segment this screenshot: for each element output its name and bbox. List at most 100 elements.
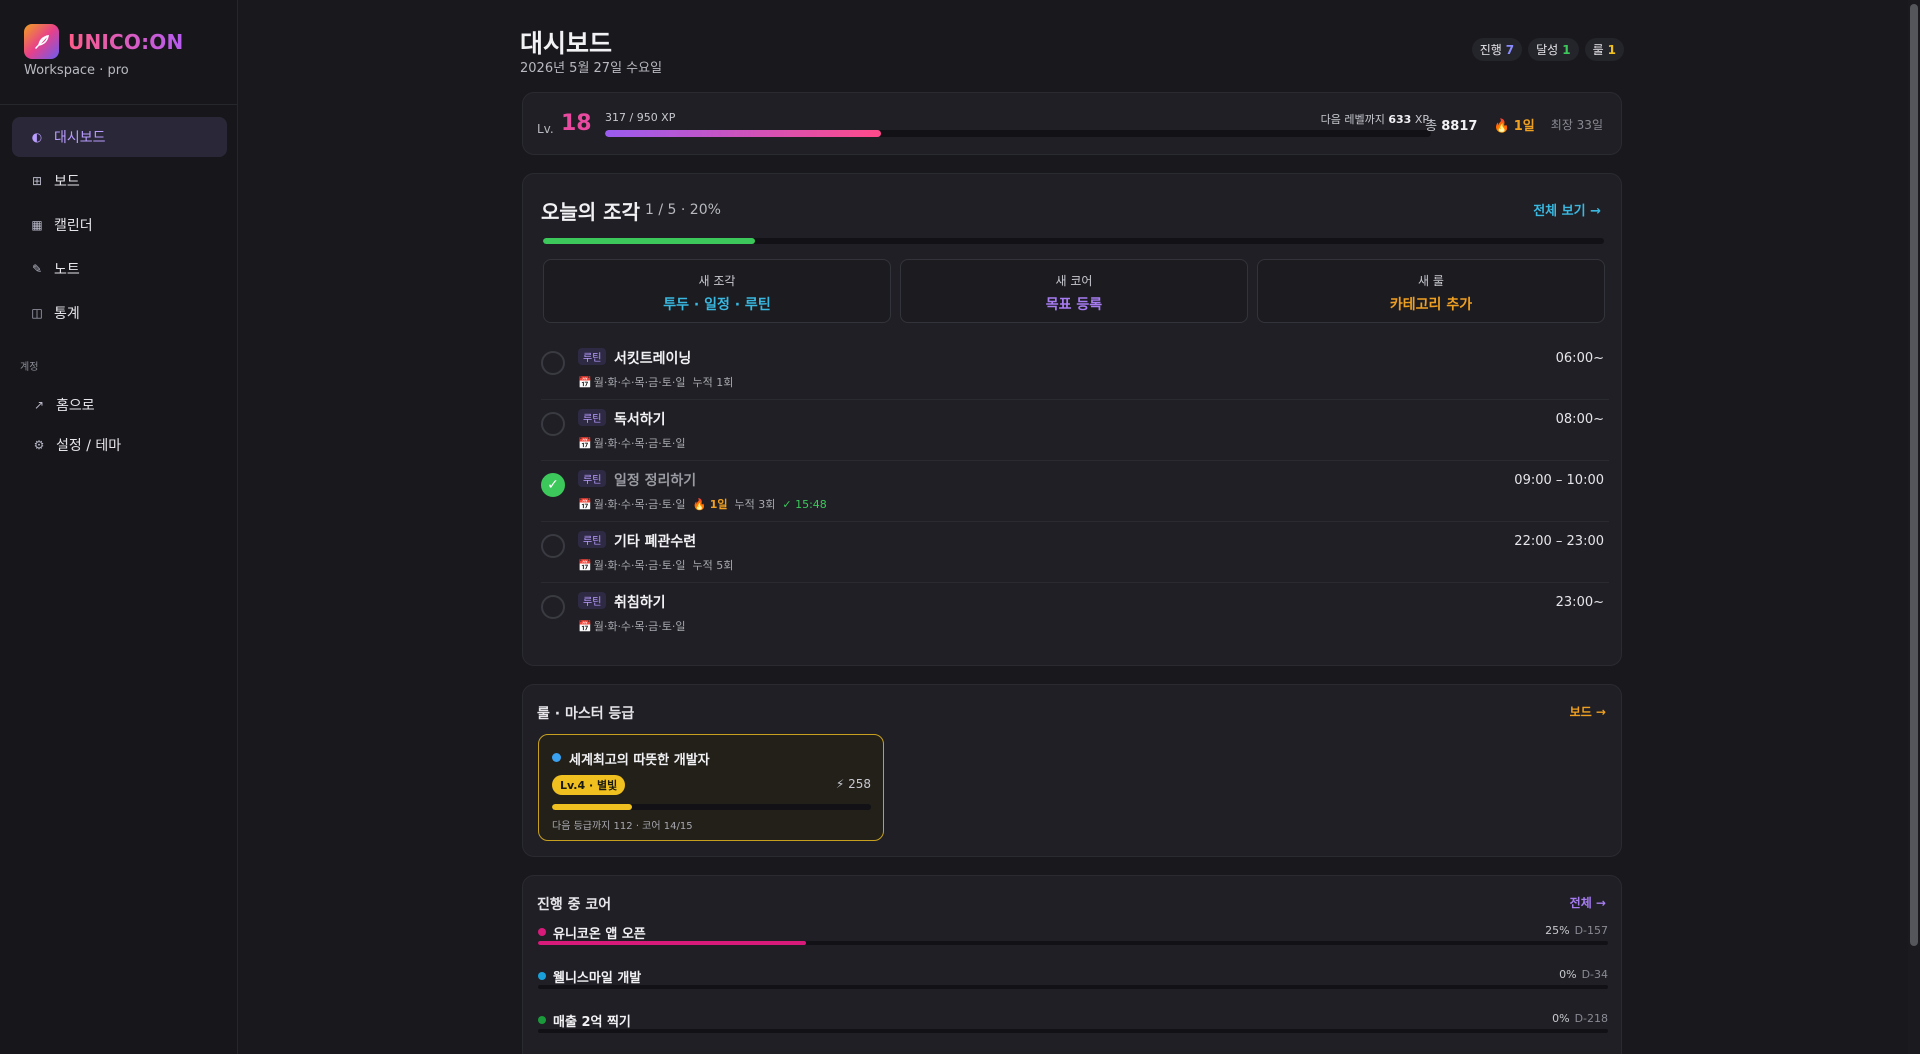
core-name: 매출 2억 찍기	[553, 1015, 631, 1030]
nav-item-label: 보드	[54, 174, 80, 190]
status-pill-progress[interactable]: 진행 7	[1471, 38, 1523, 61]
task-checkbox[interactable]	[541, 412, 565, 436]
task-streak: 🔥 1일	[693, 496, 728, 512]
core-dday: D-34	[1581, 968, 1608, 981]
streak: 🔥 1일	[1493, 115, 1534, 134]
task-checkbox[interactable]	[541, 595, 565, 619]
xp-progress-bar	[605, 130, 1431, 137]
core-dot	[538, 1016, 546, 1024]
board-link[interactable]: 보드 →	[1570, 703, 1606, 720]
task-days: 월·화·수·목·금·토·일	[593, 376, 686, 389]
feather-icon	[24, 24, 59, 59]
total-xp-prefix: 총	[1425, 119, 1438, 134]
nav-item-board[interactable]: ⊞ 보드	[12, 161, 227, 201]
nav-item-dashboard[interactable]: ◐ 대시보드	[12, 117, 227, 157]
total-xp-value: 8817	[1441, 119, 1478, 134]
task-row[interactable]: ✓ 루틴 일정 정리하기 📅 월·화·수·목·금·토·일 🔥 1일 누적 3회 …	[541, 461, 1609, 522]
xp-next-prefix: 다음 레벨까지	[1320, 113, 1385, 126]
task-meta: 📅 월·화·수·목·금·토·일 누적 5회	[578, 557, 733, 573]
core-name: 웰니스마일 개발	[553, 971, 642, 986]
pill-value: 1	[1562, 42, 1571, 57]
nav-item-calendar[interactable]: ▦ 캘린더	[12, 205, 227, 245]
cores-card: 진행 중 코어 전체 → 유니코온 앱 오픈 25% D-157 웰니스마일 개발…	[522, 875, 1622, 1054]
status-pill-rule[interactable]: 룰 1	[1584, 38, 1624, 61]
calendar-icon: 📅	[578, 436, 592, 450]
master-score: ⚡ 258	[835, 777, 871, 791]
task-count: 누적 1회	[692, 376, 734, 389]
nav-item-label: 캘린더	[54, 218, 93, 234]
task-time: 08:00~	[1555, 412, 1604, 427]
core-row[interactable]: 유니코온 앱 오픈 25% D-157	[538, 923, 1608, 967]
task-checkbox[interactable]	[541, 351, 565, 375]
board-icon: ⊞	[31, 174, 43, 188]
view-all-link[interactable]: 전체 보기 →	[1533, 200, 1601, 219]
best-streak: 최장 33일	[1550, 118, 1603, 132]
task-tag: 루틴	[578, 592, 607, 609]
task-tag: 루틴	[578, 409, 607, 426]
task-count: 누적 3회	[734, 498, 776, 511]
nav-item-settings[interactable]: ⚙ 설정 / 테마	[32, 425, 122, 465]
task-time: 22:00 – 23:00	[1514, 534, 1604, 549]
core-stats: 25% D-157	[1545, 924, 1608, 937]
task-days: 월·화·수·목·금·토·일	[593, 437, 686, 450]
core-percent: 25%	[1545, 924, 1570, 937]
nav-item-notes[interactable]: ✎ 노트	[12, 249, 227, 289]
scrollbar-thumb[interactable]	[1910, 4, 1918, 946]
add-box-label: 새 코어	[1055, 274, 1093, 288]
nav-item-home[interactable]: ↗ 홈으로	[32, 385, 121, 425]
calendar-icon: ▦	[31, 218, 43, 232]
calendar-icon: 📅	[578, 558, 592, 572]
level-value: 18	[561, 111, 592, 136]
brand[interactable]: UNICO:ON	[24, 24, 183, 59]
core-dot	[538, 972, 546, 980]
task-name: 취침하기	[614, 595, 666, 611]
status-pill-achieved[interactable]: 달성 1	[1528, 38, 1579, 61]
streak-value: 1일	[1513, 119, 1535, 134]
checkmark-icon[interactable]: ✓	[541, 473, 565, 497]
account-nav: ↗ 홈으로 ⚙ 설정 / 테마	[32, 385, 122, 465]
pencil-icon: ✎	[31, 262, 43, 276]
xp-progress-fill	[605, 130, 881, 137]
core-dday: D-218	[1574, 1012, 1608, 1025]
core-progress-bar	[538, 941, 1608, 945]
master-next-text: 다음 등급까지 112 · 코어 14/15	[552, 821, 693, 832]
task-row[interactable]: 루틴 취침하기 📅 월·화·수·목·금·토·일 23:00~	[541, 583, 1609, 644]
core-row[interactable]: 웰니스마일 개발 0% D-34	[538, 967, 1608, 1011]
task-tag: 루틴	[578, 348, 607, 365]
master-rule-card[interactable]: 세계최고의 따뜻한 개발자 Lv.4 · 별빛 ⚡ 258 다음 등급까지 11…	[538, 734, 884, 841]
xp-next-level: 다음 레벨까지 633 XP	[1321, 111, 1429, 127]
add-piece-button[interactable]: 새 조각 투두 · 일정 · 루틴	[543, 259, 891, 323]
task-meta: 📅 월·화·수·목·금·토·일 누적 1회	[578, 374, 733, 390]
core-stats: 0% D-218	[1552, 1012, 1608, 1025]
level-label: Lv.	[537, 122, 554, 136]
task-checkbox[interactable]	[541, 534, 565, 558]
brand-name: UNICO:ON	[68, 29, 184, 54]
master-title: 룰 · 마스터 등급	[537, 706, 635, 722]
scrollbar[interactable]	[1908, 0, 1920, 1054]
core-row[interactable]: 매출 2억 찍기 0% D-218	[538, 1011, 1608, 1054]
core-percent: 0%	[1559, 968, 1577, 981]
core-percent: 0%	[1552, 1012, 1570, 1025]
nav-item-label: 대시보드	[54, 130, 106, 146]
account-section-label: 계정	[20, 362, 39, 373]
core-progress-bar	[538, 1029, 1608, 1033]
today-title: 오늘의 조각	[541, 200, 640, 224]
arrow-up-right-icon: ↗	[33, 398, 45, 412]
task-days: 월·화·수·목·금·토·일	[593, 620, 686, 633]
task-row[interactable]: 루틴 서킷트레이닝 📅 월·화·수·목·금·토·일 누적 1회 06:00~	[541, 339, 1609, 400]
nav-item-stats[interactable]: ◫ 통계	[12, 293, 227, 333]
add-rule-button[interactable]: 새 룰 카테고리 추가	[1257, 259, 1605, 323]
core-progress-bar	[538, 985, 1608, 989]
core-list: 유니코온 앱 오픈 25% D-157 웰니스마일 개발 0% D-34 매출 2억…	[538, 923, 1608, 1054]
task-row[interactable]: 루틴 기타 폐관수련 📅 월·화·수·목·금·토·일 누적 5회 22:00 –…	[541, 522, 1609, 583]
total-xp: 총 8817	[1425, 115, 1477, 134]
cores-all-link[interactable]: 전체 →	[1570, 894, 1606, 911]
task-list: 루틴 서킷트레이닝 📅 월·화·수·목·금·토·일 누적 1회 06:00~ 루…	[541, 339, 1609, 644]
task-row[interactable]: 루틴 독서하기 📅 월·화·수·목·금·토·일 08:00~	[541, 400, 1609, 461]
pill-label: 룰	[1592, 43, 1604, 57]
main-nav: ◐ 대시보드 ⊞ 보드 ▦ 캘린더 ✎ 노트 ◫ 통계	[12, 117, 227, 337]
add-core-button[interactable]: 새 코어 목표 등록	[900, 259, 1248, 323]
sidebar-divider	[0, 104, 238, 105]
calendar-icon: 📅	[578, 497, 592, 511]
task-count: 누적 5회	[692, 559, 734, 572]
